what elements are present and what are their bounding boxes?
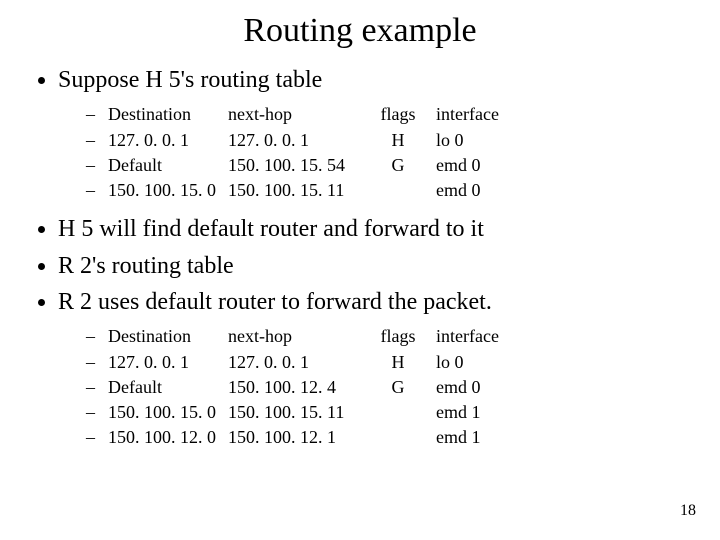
bullet-item: H 5 will find default router and forward… [58, 213, 690, 245]
cell-interface: emd 1 [428, 400, 526, 425]
table-row: – 127. 0. 0. 1 127. 0. 0. 1 H lo 0 [86, 350, 690, 375]
col-flags: flags [368, 102, 428, 127]
dash-icon: – [86, 350, 108, 375]
table-row: – Default 150. 100. 15. 54 G emd 0 [86, 153, 690, 178]
dash-icon: – [86, 153, 108, 178]
bullet-list: Suppose H 5's routing table – Destinatio… [30, 64, 690, 450]
cell-interface: emd 1 [428, 425, 526, 450]
slide: Routing example Suppose H 5's routing ta… [0, 0, 720, 540]
cell-flags: G [368, 375, 428, 400]
dash-icon: – [86, 102, 108, 127]
cell-next-hop: 150. 100. 15. 11 [228, 178, 368, 203]
cell-destination: 127. 0. 0. 1 [108, 128, 228, 153]
dash-icon: – [86, 128, 108, 153]
cell-flags: H [368, 350, 428, 375]
table-row: – Default 150. 100. 12. 4 G emd 0 [86, 375, 690, 400]
table-row: – 127. 0. 0. 1 127. 0. 0. 1 H lo 0 [86, 128, 690, 153]
col-interface: interface [428, 102, 526, 127]
table-row: – 150. 100. 15. 0 150. 100. 15. 11 emd 0 [86, 178, 690, 203]
cell-destination: 150. 100. 15. 0 [108, 178, 228, 203]
bullet-text: R 2's routing table [58, 253, 234, 279]
bullet-text: R 2 uses default router to forward the p… [58, 289, 492, 315]
col-next-hop: next-hop [228, 324, 368, 349]
cell-next-hop: 150. 100. 12. 4 [228, 375, 368, 400]
dash-icon: – [86, 425, 108, 450]
cell-next-hop: 150. 100. 12. 1 [228, 425, 368, 450]
col-interface: interface [428, 324, 526, 349]
col-next-hop: next-hop [228, 102, 368, 127]
cell-destination: Default [108, 153, 228, 178]
cell-interface: emd 0 [428, 375, 526, 400]
dash-icon: – [86, 324, 108, 349]
cell-interface: lo 0 [428, 128, 526, 153]
cell-flags: G [368, 153, 428, 178]
cell-destination: 127. 0. 0. 1 [108, 350, 228, 375]
table-header-row: – Destination next-hop flags interface [86, 324, 690, 349]
bullet-text: Suppose H 5's routing table [58, 67, 322, 93]
cell-destination: 150. 100. 12. 0 [108, 425, 228, 450]
col-destination: Destination [108, 324, 228, 349]
bullet-text: H 5 will find default router and forward… [58, 216, 484, 242]
cell-interface: emd 0 [428, 178, 526, 203]
cell-next-hop: 127. 0. 0. 1 [228, 350, 368, 375]
cell-next-hop: 127. 0. 0. 1 [228, 128, 368, 153]
page-number: 18 [680, 502, 696, 520]
cell-interface: lo 0 [428, 350, 526, 375]
table-row: – 150. 100. 15. 0 150. 100. 15. 11 emd 1 [86, 400, 690, 425]
dash-icon: – [86, 400, 108, 425]
cell-flags: H [368, 128, 428, 153]
bullet-item: R 2 uses default router to forward the p… [58, 286, 690, 450]
routing-table-r2: – Destination next-hop flags interface –… [58, 324, 690, 450]
bullet-item: Suppose H 5's routing table – Destinatio… [58, 64, 690, 203]
table-header-row: – Destination next-hop flags interface [86, 102, 690, 127]
routing-table-h5: – Destination next-hop flags interface –… [58, 102, 690, 203]
dash-icon: – [86, 178, 108, 203]
bullet-item: R 2's routing table [58, 250, 690, 282]
slide-title: Routing example [30, 12, 690, 50]
cell-interface: emd 0 [428, 153, 526, 178]
cell-destination: Default [108, 375, 228, 400]
cell-next-hop: 150. 100. 15. 54 [228, 153, 368, 178]
cell-destination: 150. 100. 15. 0 [108, 400, 228, 425]
table-row: – 150. 100. 12. 0 150. 100. 12. 1 emd 1 [86, 425, 690, 450]
col-flags: flags [368, 324, 428, 349]
cell-next-hop: 150. 100. 15. 11 [228, 400, 368, 425]
dash-icon: – [86, 375, 108, 400]
col-destination: Destination [108, 102, 228, 127]
